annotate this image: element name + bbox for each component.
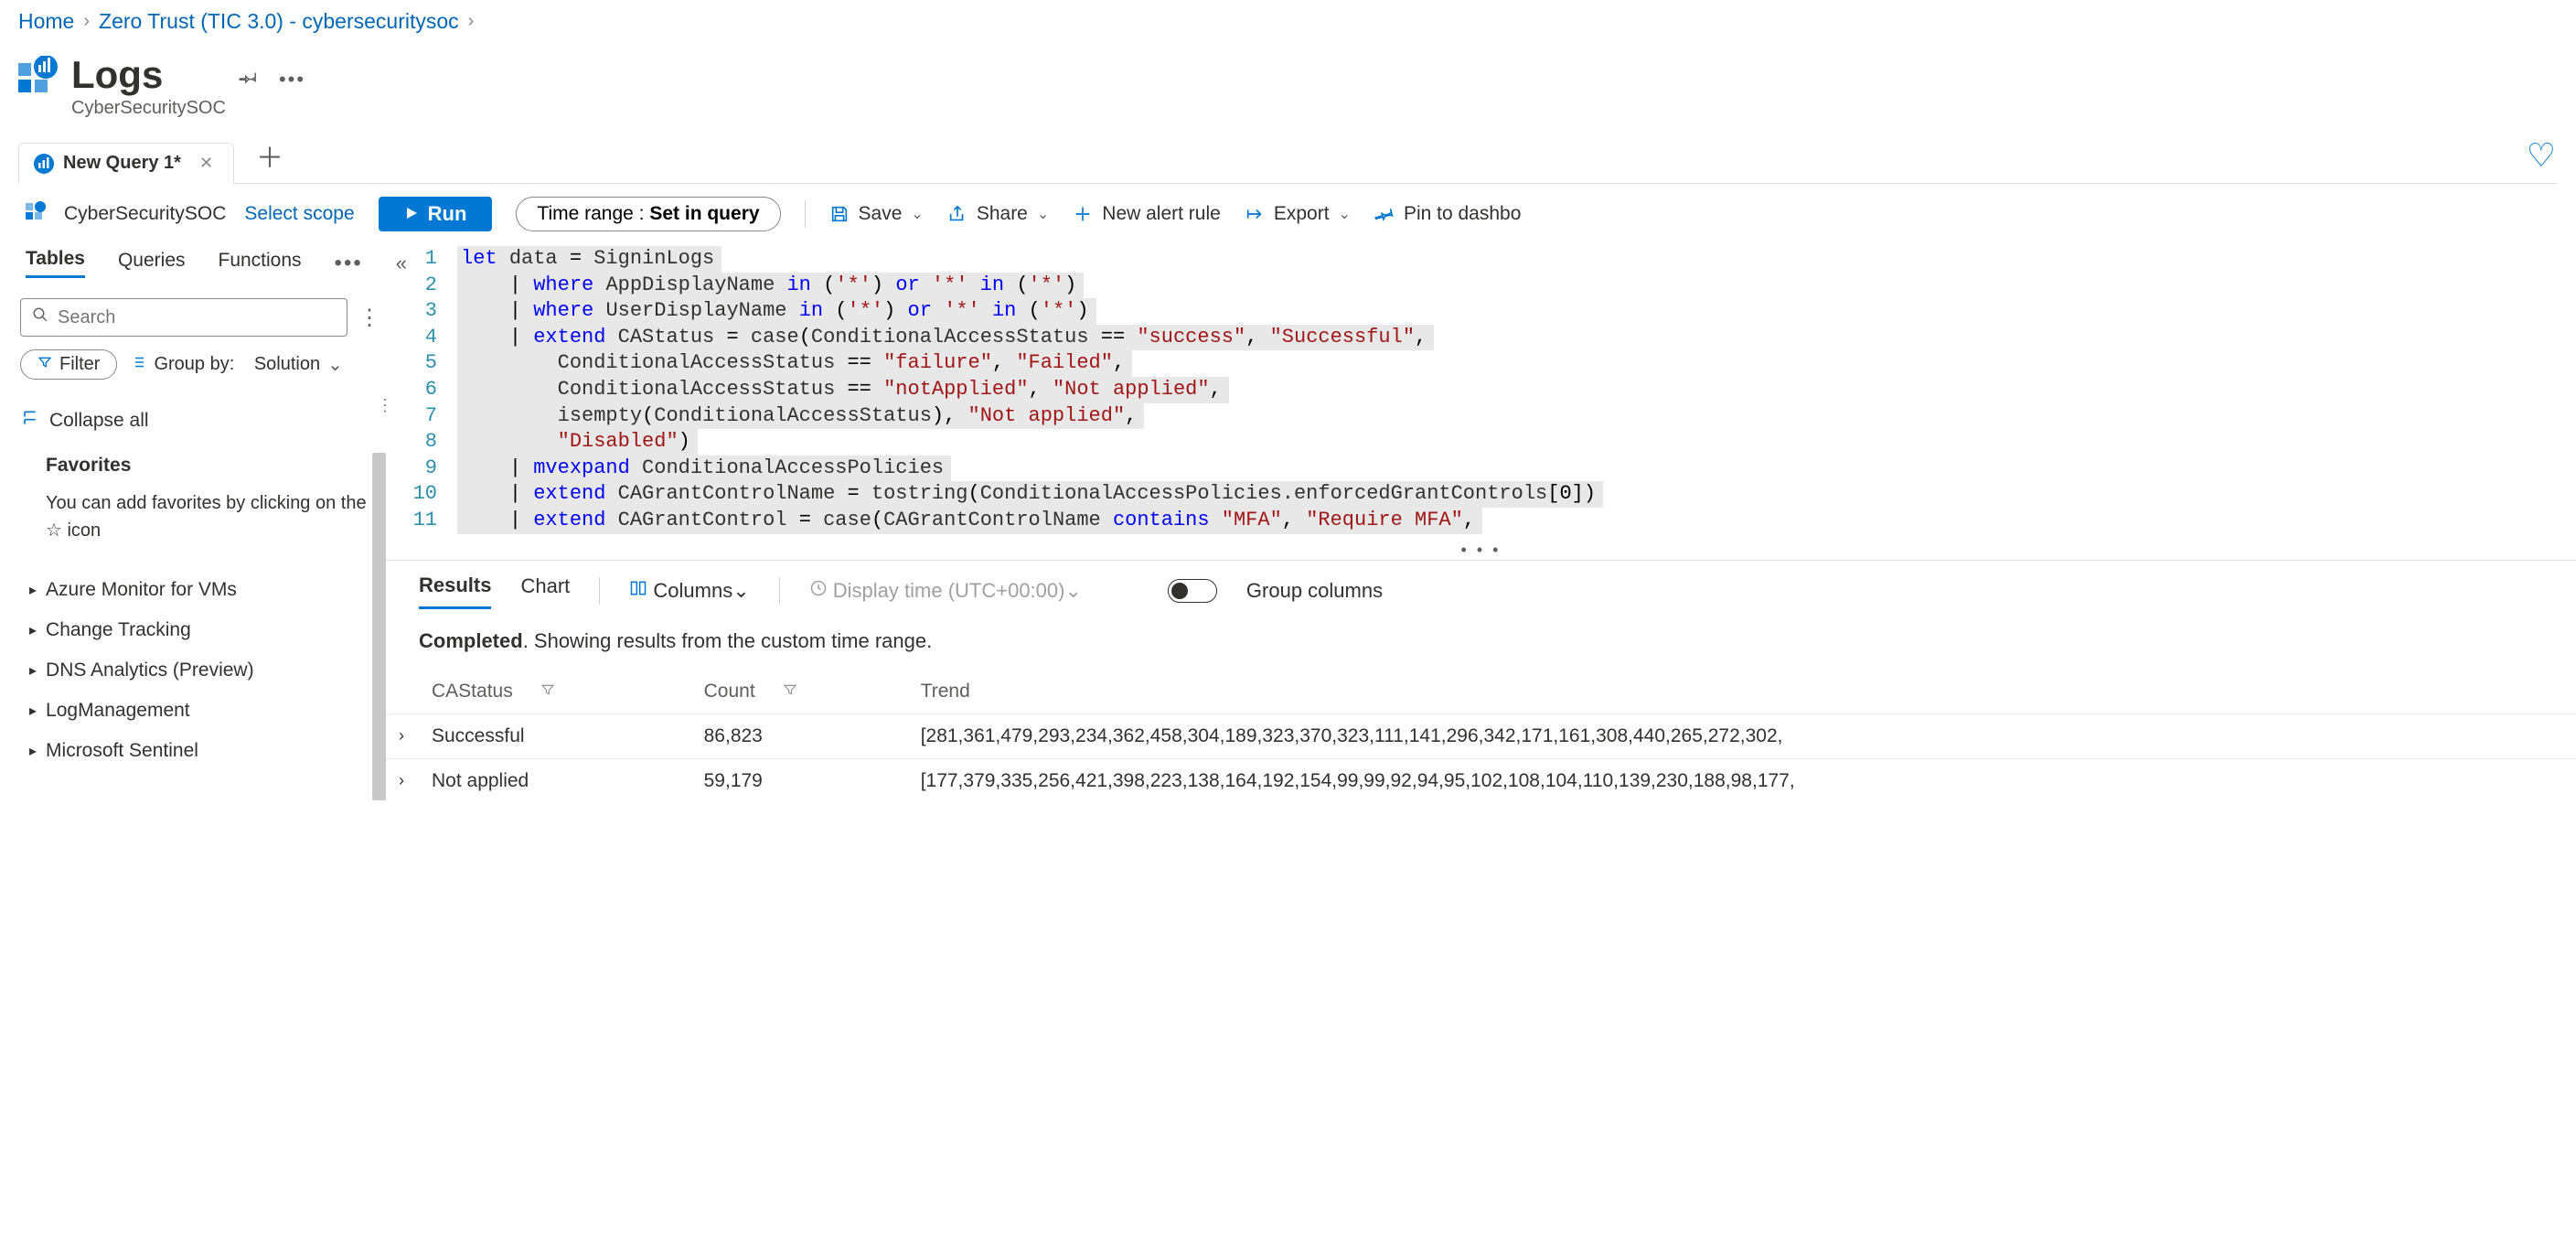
query-tabs: New Query 1* ✕ ＋ ♡ — [18, 128, 2558, 184]
export-button[interactable]: Export⌄ — [1245, 203, 1351, 225]
pin-dashboard-button[interactable]: Pin to dashbo — [1374, 203, 1521, 225]
expand-row-icon[interactable]: › — [386, 758, 422, 803]
query-tab-label: New Query 1* — [63, 153, 181, 174]
scope-name: CyberSecuritySOC — [64, 203, 226, 225]
chart-tab[interactable]: Chart — [520, 574, 570, 607]
page-header: Logs CyberSecuritySOC ••• — [0, 39, 2576, 128]
toolbar-divider — [599, 577, 600, 605]
display-time-dropdown[interactable]: Display time (UTC+00:00)⌄ — [809, 579, 1082, 603]
scrollbar[interactable] — [372, 453, 386, 800]
caret-right-icon: ▸ — [29, 661, 37, 680]
tab-tables[interactable]: Tables — [26, 248, 85, 278]
close-icon[interactable]: ✕ — [199, 154, 213, 173]
results-tab[interactable]: Results — [419, 574, 491, 609]
pin-icon — [1374, 204, 1395, 224]
group-columns-label: Group columns — [1246, 579, 1383, 603]
new-alert-rule-button[interactable]: New alert rule — [1073, 203, 1221, 225]
col-count[interactable]: Count — [695, 670, 912, 714]
search-input[interactable] — [20, 298, 347, 337]
chevron-down-icon: ⌄ — [1339, 205, 1351, 223]
search-field[interactable] — [58, 307, 336, 328]
tree-item-change-tracking[interactable]: ▸Change Tracking — [29, 610, 386, 650]
page-subtitle: CyberSecuritySOC — [71, 98, 226, 119]
list-icon — [130, 354, 146, 376]
breadcrumb-home[interactable]: Home — [18, 9, 74, 34]
page-title: Logs — [71, 56, 226, 94]
scope-workspace-icon — [26, 201, 46, 227]
share-button[interactable]: Share⌄ — [947, 203, 1049, 225]
export-icon — [1245, 204, 1265, 224]
group-by-dropdown[interactable]: Group by: Solution ⌄ — [130, 353, 342, 376]
columns-button[interactable]: Columns⌄ — [629, 579, 749, 603]
tab-functions[interactable]: Functions — [219, 250, 302, 277]
editor-overflow-icon[interactable]: • • • — [386, 540, 2576, 560]
breadcrumb-dashboard[interactable]: Zero Trust (TIC 3.0) - cybersecuritysoc — [99, 9, 459, 34]
tab-queries[interactable]: Queries — [118, 250, 186, 277]
add-tab-button[interactable]: ＋ — [243, 128, 296, 183]
table-row[interactable]: › Successful 86,823 [281,361,479,293,234… — [386, 713, 2576, 758]
query-toolbar: CyberSecuritySOC Select scope Run Time r… — [0, 184, 2576, 241]
chevron-right-icon: › — [83, 11, 90, 32]
collapse-all-icon — [20, 409, 38, 433]
table-row[interactable]: › Not applied 59,179 [177,379,335,256,42… — [386, 758, 2576, 803]
caret-right-icon: ▸ — [29, 581, 37, 599]
logs-tab-icon — [34, 154, 54, 174]
chevron-down-icon: ⌄ — [911, 205, 923, 223]
search-more-icon[interactable]: ⋮ — [358, 305, 380, 331]
save-button[interactable]: Save⌄ — [829, 203, 924, 225]
results-status: Completed. Showing results from the cust… — [386, 615, 2576, 670]
columns-icon — [629, 579, 647, 597]
save-icon — [829, 204, 850, 224]
query-editor[interactable]: 1let data = SigninLogs 2 | where AppDisp… — [386, 241, 2576, 540]
play-icon — [404, 202, 419, 226]
tree-item-microsoft-sentinel[interactable]: ▸Microsoft Sentinel — [29, 731, 386, 771]
select-scope-link[interactable]: Select scope — [244, 203, 354, 225]
schema-tree: ▸Azure Monitor for VMs ▸Change Tracking … — [20, 553, 386, 771]
caret-right-icon: ▸ — [29, 702, 37, 720]
search-icon — [32, 306, 48, 328]
filter-icon[interactable] — [783, 681, 797, 702]
schema-panel: Tables Queries Functions ••• « ⋮ Filter — [20, 241, 386, 803]
breadcrumb: Home › Zero Trust (TIC 3.0) - cybersecur… — [0, 0, 2576, 39]
tree-item-logmanagement[interactable]: ▸LogManagement — [29, 691, 386, 731]
caret-right-icon: ▸ — [29, 621, 37, 639]
favorite-icon[interactable]: ♡ — [2527, 136, 2556, 175]
pin-icon[interactable] — [239, 67, 259, 92]
tree-item-azure-monitor-vms[interactable]: ▸Azure Monitor for VMs — [29, 570, 386, 610]
chevron-down-icon: ⌄ — [327, 353, 343, 376]
caret-right-icon: ▸ — [29, 742, 37, 760]
schema-tabs: Tables Queries Functions ••• « — [20, 241, 386, 285]
chevron-down-icon: ⌄ — [732, 579, 749, 602]
expand-row-icon[interactable]: › — [386, 713, 422, 758]
col-castatus[interactable]: CAStatus — [422, 670, 695, 714]
favorites-section: Favorites You can add favorites by click… — [20, 444, 386, 553]
run-button[interactable]: Run — [379, 197, 493, 231]
chevron-down-icon: ⌄ — [1064, 579, 1081, 602]
share-icon — [947, 204, 967, 224]
chevron-down-icon: ⌄ — [1037, 205, 1049, 223]
filter-icon — [37, 354, 52, 375]
filter-icon[interactable] — [540, 681, 555, 702]
logs-workspace-icon — [18, 56, 59, 96]
clock-icon — [809, 579, 828, 597]
favorites-heading: Favorites — [46, 455, 386, 477]
group-columns-toggle[interactable] — [1168, 579, 1217, 603]
resize-grip-icon[interactable]: ⋮ — [377, 396, 393, 415]
more-icon[interactable]: ••• — [335, 251, 363, 276]
chevron-right-icon: › — [468, 11, 475, 32]
toolbar-divider — [779, 577, 780, 605]
time-range-button[interactable]: Time range : Set in query — [516, 197, 780, 231]
collapse-all-button[interactable]: Collapse all — [20, 385, 386, 444]
more-icon[interactable]: ••• — [279, 68, 305, 91]
tree-item-dns-analytics[interactable]: ▸DNS Analytics (Preview) — [29, 650, 386, 691]
results-toolbar: Results Chart Columns⌄ Display time (UTC… — [386, 560, 2576, 615]
col-trend[interactable]: Trend — [912, 670, 2576, 714]
filter-chip[interactable]: Filter — [20, 349, 117, 380]
plus-icon — [1073, 204, 1093, 224]
favorites-empty-text: You can add favorites by clicking on the… — [46, 477, 386, 544]
results-table: CAStatus Count Trend › Successful 86,823… — [386, 670, 2576, 803]
toolbar-divider — [805, 200, 806, 228]
query-tab-active[interactable]: New Query 1* ✕ — [18, 143, 234, 184]
